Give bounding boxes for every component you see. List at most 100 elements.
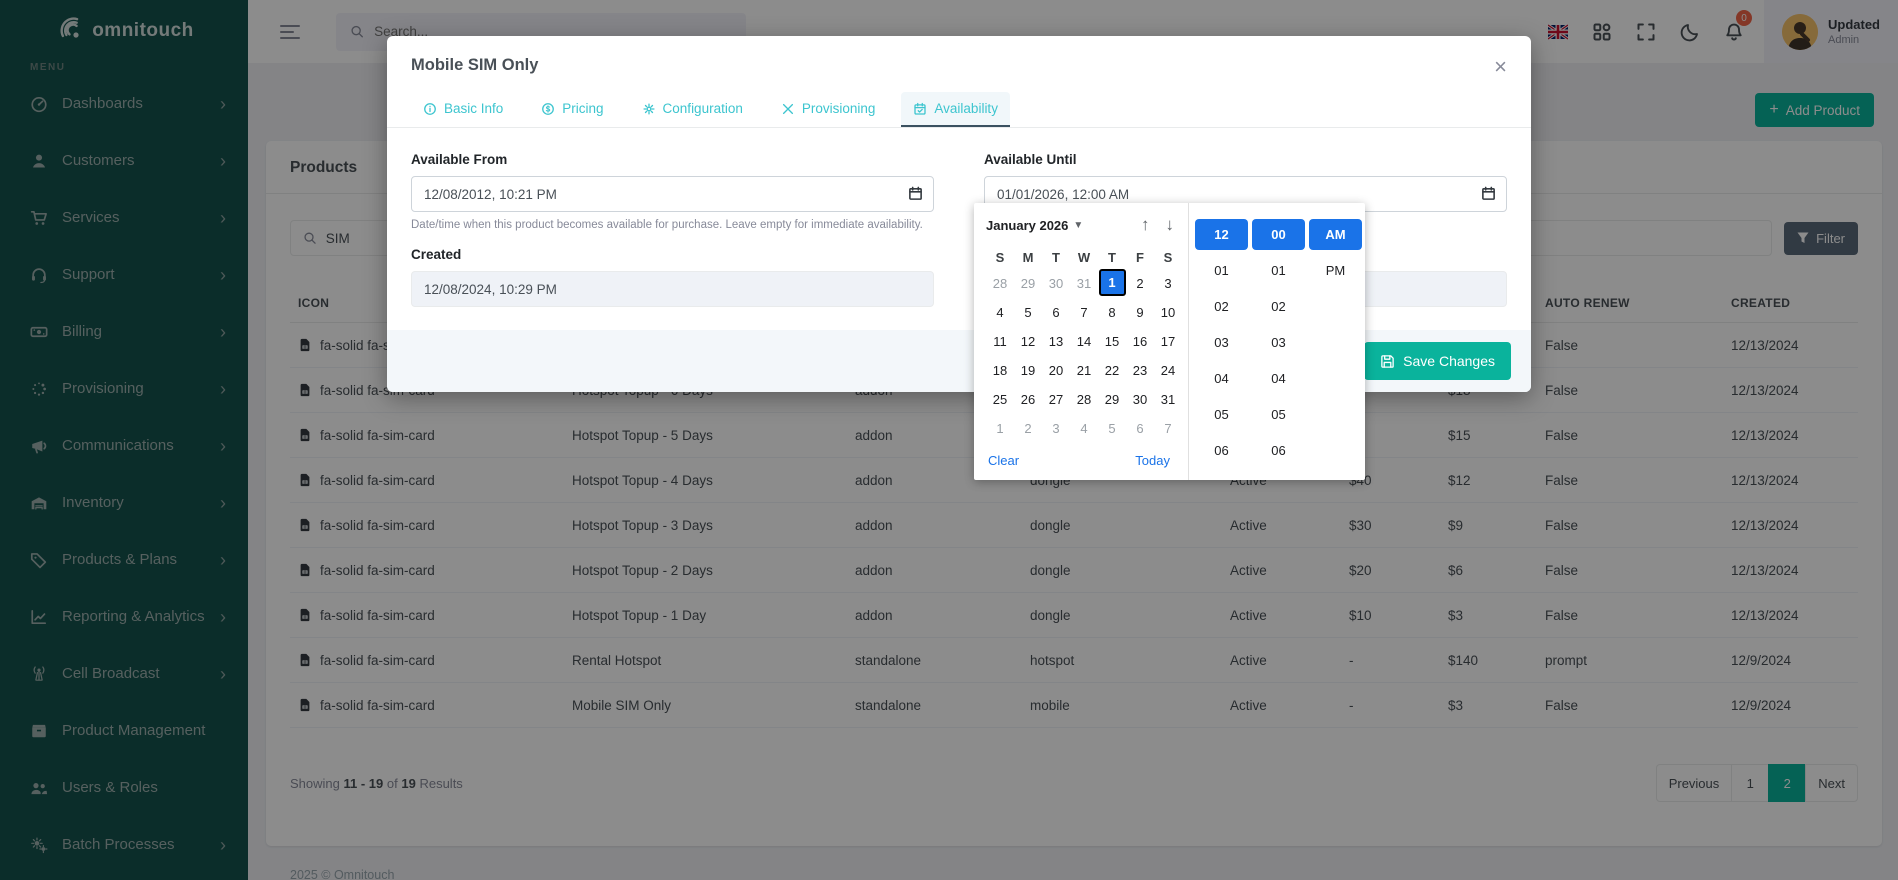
calendar-day[interactable]: 25 — [986, 385, 1014, 414]
calendar-day[interactable]: 8 — [1098, 298, 1126, 327]
minute-option-05[interactable]: 05 — [1252, 399, 1305, 430]
modal-title: Mobile SIM Only — [411, 56, 538, 75]
calendar-day[interactable]: 18 — [986, 356, 1014, 385]
weekday-header: T — [1098, 245, 1126, 269]
tab-label: Availability — [934, 101, 998, 116]
calendar-day[interactable]: 2 — [1126, 269, 1154, 298]
today-button[interactable]: Today — [1135, 453, 1170, 468]
hour-option-06[interactable]: 06 — [1195, 435, 1248, 466]
hour-option-02[interactable]: 02 — [1195, 291, 1248, 322]
hour-option-03[interactable]: 03 — [1195, 327, 1248, 358]
weekday-header: W — [1070, 245, 1098, 269]
weekday-header: M — [1014, 245, 1042, 269]
calendar-day[interactable]: 1 — [986, 414, 1014, 443]
info-icon — [423, 102, 437, 116]
calendar-day[interactable]: 20 — [1042, 356, 1070, 385]
calendar-day[interactable]: 21 — [1070, 356, 1098, 385]
calendar-day[interactable]: 27 — [1042, 385, 1070, 414]
calendar-icon[interactable] — [1481, 186, 1496, 201]
available-from-help: Date/time when this product becomes avai… — [411, 219, 934, 231]
calendar-day[interactable]: 2 — [1014, 414, 1042, 443]
tab-availability[interactable]: Availability — [901, 92, 1010, 127]
availability-left-column: Available From Date/time when this produ… — [411, 152, 934, 334]
minute-option-06[interactable]: 06 — [1252, 435, 1305, 466]
save-changes-button[interactable]: Save Changes — [1364, 342, 1511, 380]
calendar-day[interactable]: 13 — [1042, 327, 1070, 356]
weekday-header: T — [1042, 245, 1070, 269]
close-icon[interactable]: × — [1494, 56, 1507, 78]
month-selector[interactable]: January 2026 — [986, 218, 1068, 233]
calendar-day[interactable]: 28 — [986, 269, 1014, 298]
calendar-day[interactable]: 12 — [1014, 327, 1042, 356]
hour-option-12[interactable]: 12 — [1195, 219, 1248, 250]
next-month-arrow-icon[interactable]: ↓ — [1166, 215, 1175, 235]
calendar-icon[interactable] — [908, 186, 923, 201]
hour-option-04[interactable]: 04 — [1195, 363, 1248, 394]
calendar-day[interactable]: 4 — [986, 298, 1014, 327]
chevron-down-icon[interactable]: ▼ — [1073, 220, 1083, 231]
calendar-day[interactable]: 26 — [1014, 385, 1042, 414]
calendar-day[interactable]: 6 — [1042, 298, 1070, 327]
previous-month-arrow-icon[interactable]: ↑ — [1141, 215, 1150, 235]
calendar-day[interactable]: 4 — [1070, 414, 1098, 443]
calendar-day[interactable]: 6 — [1126, 414, 1154, 443]
calendar-day[interactable]: 11 — [986, 327, 1014, 356]
calendar-day[interactable]: 7 — [1154, 414, 1182, 443]
dollar-circle-icon — [541, 102, 555, 116]
weekday-header: F — [1126, 245, 1154, 269]
modal-header: Mobile SIM Only × — [387, 36, 1531, 78]
modal-tabs: Basic Info Pricing Configuration Provisioni… — [387, 78, 1531, 128]
tab-pricing[interactable]: Pricing — [529, 92, 615, 127]
minute-option-02[interactable]: 02 — [1252, 291, 1305, 322]
calendar-day[interactable]: 29 — [1098, 385, 1126, 414]
datetime-picker: January 2026 ▼ ↑ ↓ SMTWTFS28293031123456… — [974, 203, 1365, 480]
calendar-day[interactable]: 31 — [1070, 269, 1098, 298]
minute-option-03[interactable]: 03 — [1252, 327, 1305, 358]
tab-provisioning[interactable]: Provisioning — [769, 92, 888, 127]
created-input — [411, 271, 934, 307]
clear-button[interactable]: Clear — [988, 453, 1019, 468]
calendar-day[interactable]: 3 — [1042, 414, 1070, 443]
minute-option-04[interactable]: 04 — [1252, 363, 1305, 394]
calendar-day[interactable]: 10 — [1154, 298, 1182, 327]
calendar-day[interactable]: 5 — [1098, 414, 1126, 443]
calendar-day[interactable]: 28 — [1070, 385, 1098, 414]
tab-configuration[interactable]: Configuration — [630, 92, 755, 127]
calendar-day[interactable]: 15 — [1098, 327, 1126, 356]
calendar-day[interactable]: 31 — [1154, 385, 1182, 414]
calendar-day[interactable]: 14 — [1070, 327, 1098, 356]
hour-column: 12 01 02 03 04 05 06 — [1195, 219, 1248, 480]
calendar-day[interactable]: 17 — [1154, 327, 1182, 356]
available-from-label: Available From — [411, 152, 934, 168]
calendar-day[interactable]: 5 — [1014, 298, 1042, 327]
meridiem-option-AM[interactable]: AM — [1309, 219, 1362, 250]
calendar-day[interactable]: 7 — [1070, 298, 1098, 327]
minute-option-01[interactable]: 01 — [1252, 255, 1305, 286]
hour-option-05[interactable]: 05 — [1195, 399, 1248, 430]
tab-label: Pricing — [562, 101, 603, 116]
calendar-day[interactable]: 23 — [1126, 356, 1154, 385]
calendar-day[interactable]: 22 — [1098, 356, 1126, 385]
calendar-day-selected[interactable]: 1 — [1099, 269, 1126, 296]
weekday-header: S — [1154, 245, 1182, 269]
available-from-input[interactable] — [411, 176, 934, 212]
tab-basic-info[interactable]: Basic Info — [411, 92, 515, 127]
calendar-day[interactable]: 9 — [1126, 298, 1154, 327]
calendar-day[interactable]: 19 — [1014, 356, 1042, 385]
created-label: Created — [411, 247, 934, 263]
hour-option-01[interactable]: 01 — [1195, 255, 1248, 286]
minute-column: 00 01 02 03 04 05 06 — [1252, 219, 1305, 480]
save-icon — [1380, 354, 1395, 369]
meridiem-option-PM[interactable]: PM — [1309, 255, 1362, 286]
calendar-day[interactable]: 16 — [1126, 327, 1154, 356]
gear-icon — [642, 102, 656, 116]
tools-icon — [781, 102, 795, 116]
calendar-day[interactable]: 24 — [1154, 356, 1182, 385]
calendar-day[interactable]: 3 — [1154, 269, 1182, 298]
minute-option-00[interactable]: 00 — [1252, 219, 1305, 250]
calendar-day[interactable]: 29 — [1014, 269, 1042, 298]
calendar-day[interactable]: 30 — [1042, 269, 1070, 298]
calendar-day[interactable]: 30 — [1126, 385, 1154, 414]
calendar-pane: January 2026 ▼ ↑ ↓ SMTWTFS28293031123456… — [974, 203, 1188, 480]
available-until-label: Available Until — [984, 152, 1507, 168]
